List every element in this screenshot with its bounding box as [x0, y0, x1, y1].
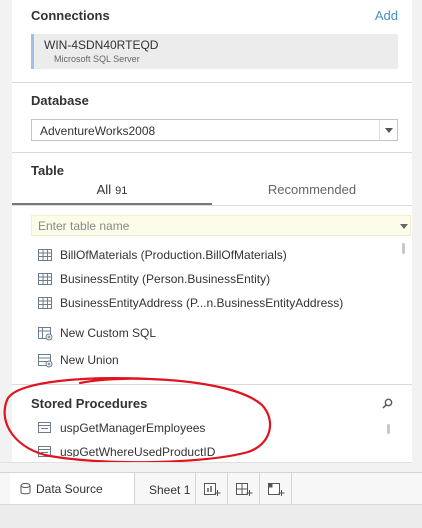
tab-sheet-1-label: Sheet 1 [149, 483, 191, 497]
dropdown-caret[interactable] [379, 120, 397, 140]
database-selected-value: AdventureWorks2008 [40, 124, 156, 138]
tab-sheet-1[interactable]: Sheet 1 [136, 473, 196, 505]
new-story-button[interactable] [261, 473, 292, 505]
tab-all-count: 91 [115, 185, 128, 197]
new-dashboard-button[interactable] [229, 473, 260, 505]
status-bar [0, 504, 422, 528]
new-worksheet-icon [204, 483, 221, 496]
new-custom-sql-label: New Custom SQL [60, 326, 157, 340]
tab-recommended[interactable]: Recommended [212, 182, 412, 204]
procedure-icon [38, 446, 51, 457]
database-select[interactable]: AdventureWorks2008 [31, 119, 398, 141]
table-list-scrollbar[interactable] [402, 243, 405, 254]
connection-type: Microsoft SQL Server [54, 54, 140, 64]
union-icon [38, 354, 53, 368]
table-grid-icon [38, 249, 52, 261]
procedures-list: uspGetManagerEmployees uspGetWhereUsedPr… [12, 412, 412, 457]
table-name: BusinessEntityAddress (P...n.BusinessEnt… [60, 296, 344, 310]
stored-procedures-title: Stored Procedures [31, 396, 148, 411]
table-title: Table [31, 163, 64, 178]
connections-title: Connections [31, 8, 110, 23]
pane-footer [0, 462, 422, 472]
new-union-label: New Union [60, 353, 119, 367]
tab-data-source-label: Data Source [36, 482, 103, 496]
table-search-input[interactable] [38, 218, 378, 234]
table-name: BillOfMaterials (Production.BillOfMateri… [60, 248, 287, 262]
procedure-name: uspGetManagerEmployees [60, 421, 206, 435]
tab-divider [12, 205, 412, 206]
divider [12, 384, 412, 385]
tab-all[interactable]: All 91 [12, 182, 212, 204]
tab-all-label: All [96, 182, 112, 197]
connections-section: Connections Add WIN-4SDN40RTEQD Microsof… [12, 0, 412, 82]
divider [12, 152, 412, 153]
chevron-down-icon [385, 128, 393, 133]
procedure-icon [38, 422, 51, 433]
table-grid-icon [38, 297, 52, 309]
add-connection-link[interactable]: Add [375, 8, 398, 23]
table-search [31, 215, 411, 236]
tab-data-source[interactable]: Data Source [10, 473, 135, 505]
new-worksheet-button[interactable] [197, 473, 228, 505]
table-grid-icon [38, 273, 52, 285]
custom-sql-icon [38, 327, 53, 341]
database-icon [20, 483, 31, 495]
new-dashboard-icon [236, 483, 253, 496]
procedure-name: uspGetWhereUsedProductID [60, 445, 216, 457]
connection-name: WIN-4SDN40RTEQD [44, 38, 159, 52]
chevron-down-icon[interactable] [400, 224, 408, 229]
sheet-tab-bar: Data Source Sheet 1 [0, 472, 422, 505]
search-icon[interactable] [382, 398, 393, 409]
connection-item[interactable]: WIN-4SDN40RTEQD Microsoft SQL Server [31, 34, 398, 69]
data-source-pane: Connections Add WIN-4SDN40RTEQD Microsof… [0, 0, 422, 528]
new-story-icon [268, 483, 285, 496]
database-title: Database [31, 93, 89, 108]
table-name: BusinessEntity (Person.BusinessEntity) [60, 272, 271, 286]
